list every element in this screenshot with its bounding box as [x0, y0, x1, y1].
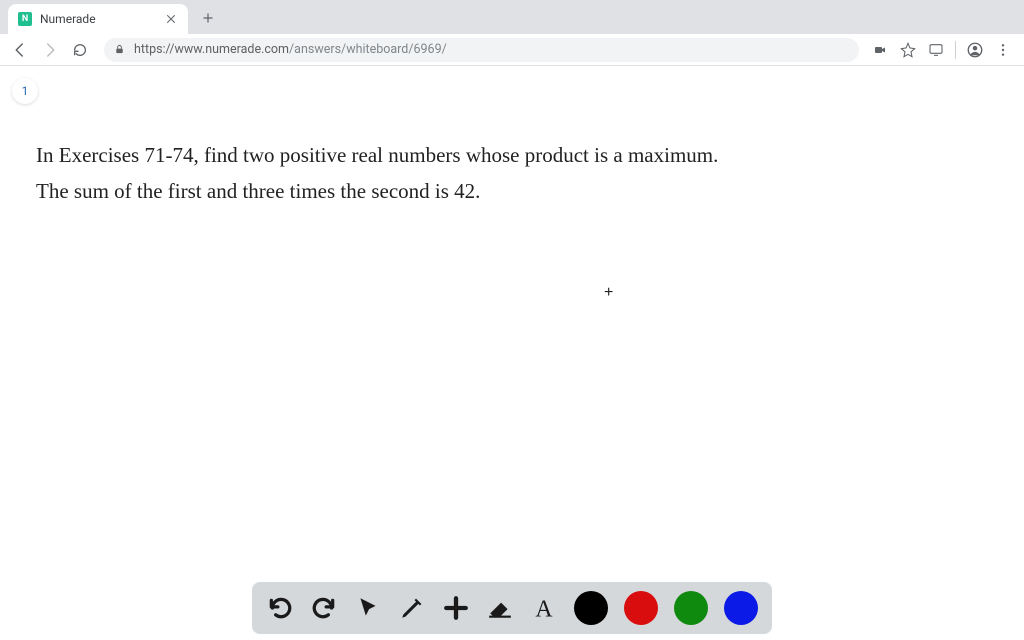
- forward-button[interactable]: [38, 38, 62, 62]
- toolbar-right-icons: [871, 41, 1016, 59]
- problem-text: In Exercises 71-74, find two positive re…: [36, 138, 988, 209]
- address-bar[interactable]: https://www.numerade.com/answers/whitebo…: [104, 38, 859, 62]
- browser-chrome: N Numerade https://www.numerade.com/answ…: [0, 0, 1024, 66]
- camera-icon[interactable]: [871, 41, 889, 59]
- browser-tab[interactable]: N Numerade: [8, 4, 188, 34]
- color-green[interactable]: [674, 591, 708, 625]
- new-tab-button[interactable]: [194, 4, 222, 32]
- back-button[interactable]: [8, 38, 32, 62]
- undo-button[interactable]: [266, 594, 294, 622]
- page-number-badge[interactable]: 1: [12, 78, 38, 104]
- color-black[interactable]: [574, 591, 608, 625]
- color-red[interactable]: [624, 591, 658, 625]
- cast-icon[interactable]: [927, 41, 945, 59]
- add-tool[interactable]: [442, 594, 470, 622]
- tab-strip: N Numerade: [0, 0, 1024, 34]
- problem-line-1: In Exercises 71-74, find two positive re…: [36, 138, 988, 174]
- color-blue[interactable]: [724, 591, 758, 625]
- lock-icon: [114, 44, 126, 56]
- text-tool[interactable]: A: [530, 594, 558, 622]
- crosshair-cursor: +: [604, 284, 613, 302]
- redo-button[interactable]: [310, 594, 338, 622]
- url-path: /answers/whiteboard/6969/: [289, 42, 447, 57]
- svg-text:A: A: [535, 597, 553, 621]
- reload-button[interactable]: [68, 38, 92, 62]
- eraser-tool[interactable]: [486, 594, 514, 622]
- pointer-tool[interactable]: [354, 594, 382, 622]
- tab-title: Numerade: [40, 12, 158, 26]
- close-icon[interactable]: [164, 12, 178, 26]
- toolbar-divider: [955, 41, 956, 59]
- whiteboard-toolbar: A: [252, 582, 772, 634]
- url-host: https://www.numerade.com: [134, 42, 289, 57]
- pen-tool[interactable]: [398, 594, 426, 622]
- page-content: 1 In Exercises 71-74, find two positive …: [0, 66, 1024, 640]
- problem-line-2: The sum of the first and three times the…: [36, 174, 988, 210]
- profile-icon[interactable]: [966, 41, 984, 59]
- star-icon[interactable]: [899, 41, 917, 59]
- menu-icon[interactable]: [994, 41, 1012, 59]
- tab-favicon: N: [18, 12, 32, 26]
- browser-toolbar: https://www.numerade.com/answers/whitebo…: [0, 34, 1024, 66]
